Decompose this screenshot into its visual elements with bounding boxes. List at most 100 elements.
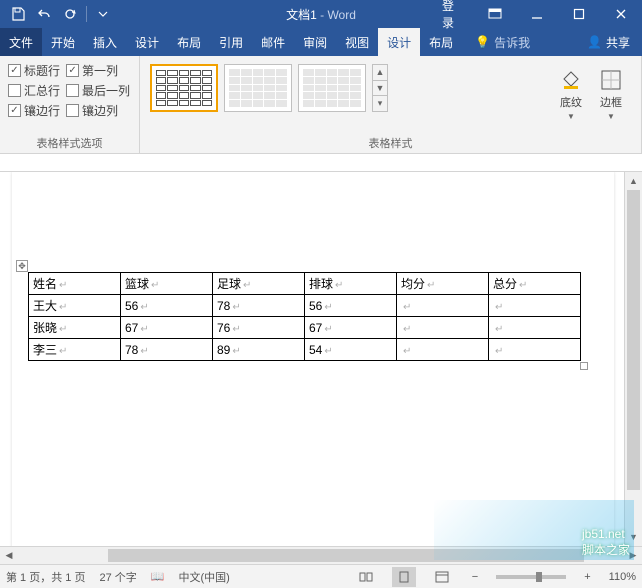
proofing-icon[interactable]: 📖 xyxy=(151,570,165,583)
status-page[interactable]: 第 1 页，共 1 页 xyxy=(6,569,85,585)
view-read-button[interactable] xyxy=(354,567,378,587)
scroll-thumb[interactable] xyxy=(627,190,640,490)
scroll-left-icon[interactable]: ◀ xyxy=(0,550,18,561)
window-controls: 登录 xyxy=(432,0,642,28)
check-icon xyxy=(8,84,21,97)
checkbox-last-column[interactable]: 最后一列 xyxy=(66,82,130,99)
tab-layout[interactable]: 布局 xyxy=(168,28,210,56)
zoom-out-button[interactable]: − xyxy=(468,571,482,583)
table-cell[interactable]: 56↵ xyxy=(121,295,213,317)
table-row[interactable]: 张晓↵67↵76↵67↵↵↵ xyxy=(29,317,581,339)
style-thumb-grid[interactable] xyxy=(150,64,218,112)
maximize-button[interactable] xyxy=(558,0,600,28)
vertical-scrollbar[interactable]: ▲ ▼ xyxy=(624,172,642,546)
share-button[interactable]: 👤共享 xyxy=(575,28,642,56)
table-row[interactable]: 王大↵56↵78↵56↵↵↵ xyxy=(29,295,581,317)
tab-home[interactable]: 开始 xyxy=(42,28,84,56)
tab-table-design[interactable]: 设计 xyxy=(378,28,420,56)
chevron-down-icon: ▼ xyxy=(567,112,575,121)
table-cell[interactable]: 67↵ xyxy=(305,317,397,339)
table-cell[interactable]: 张晓↵ xyxy=(29,317,121,339)
check-icon xyxy=(66,104,79,117)
table-cell[interactable]: ↵ xyxy=(489,339,581,361)
horizontal-scrollbar[interactable]: ◀ ▶ xyxy=(0,546,642,564)
document-table[interactable]: 姓名↵篮球↵足球↵排球↵均分↵总分↵王大↵56↵78↵56↵↵↵张晓↵67↵76… xyxy=(28,272,581,361)
table-move-handle[interactable]: ✥ xyxy=(16,260,28,272)
checkbox-first-column[interactable]: ✓第一列 xyxy=(66,62,118,79)
table-header-cell[interactable]: 足球↵ xyxy=(213,273,305,295)
tab-mailings[interactable]: 邮件 xyxy=(252,28,294,56)
checkbox-banded-rows[interactable]: ✓镶边行 xyxy=(8,102,60,119)
table-cell[interactable]: 54↵ xyxy=(305,339,397,361)
more-icon[interactable]: ▾ xyxy=(373,96,387,111)
table-cell[interactable]: ↵ xyxy=(489,295,581,317)
person-icon: 👤 xyxy=(587,35,602,49)
zoom-in-button[interactable]: + xyxy=(580,571,594,583)
tab-references[interactable]: 引用 xyxy=(210,28,252,56)
horizontal-ruler[interactable] xyxy=(0,154,642,172)
tab-view[interactable]: 视图 xyxy=(336,28,378,56)
tab-review[interactable]: 审阅 xyxy=(294,28,336,56)
check-icon: ✓ xyxy=(66,64,79,77)
checkbox-header-row[interactable]: ✓标题行 xyxy=(8,62,60,79)
style-thumb-plain1[interactable] xyxy=(224,64,292,112)
undo-button[interactable] xyxy=(32,2,56,26)
table-cell[interactable]: ↵ xyxy=(397,339,489,361)
chevron-down-icon: ▼ xyxy=(607,112,615,121)
check-icon xyxy=(66,84,79,97)
table-cell[interactable]: 76↵ xyxy=(213,317,305,339)
tell-me[interactable]: 💡告诉我 xyxy=(466,28,539,56)
gallery-scroll[interactable]: ▲▼▾ xyxy=(372,64,388,112)
document-area[interactable]: ✥ 姓名↵篮球↵足球↵排球↵均分↵总分↵王大↵56↵78↵56↵↵↵张晓↵67↵… xyxy=(0,172,624,546)
table-cell[interactable]: 李三↵ xyxy=(29,339,121,361)
page: ✥ 姓名↵篮球↵足球↵排球↵均分↵总分↵王大↵56↵78↵56↵↵↵张晓↵67↵… xyxy=(12,172,614,546)
table-cell[interactable]: 56↵ xyxy=(305,295,397,317)
table-cell[interactable]: 78↵ xyxy=(213,295,305,317)
style-thumb-plain2[interactable] xyxy=(298,64,366,112)
table-header-cell[interactable]: 姓名↵ xyxy=(29,273,121,295)
zoom-slider[interactable] xyxy=(496,575,566,579)
up-arrow-icon[interactable]: ▲ xyxy=(373,65,387,81)
scroll-down-icon[interactable]: ▼ xyxy=(625,528,642,546)
table-header-cell[interactable]: 排球↵ xyxy=(305,273,397,295)
close-button[interactable] xyxy=(600,0,642,28)
table-header-cell[interactable]: 篮球↵ xyxy=(121,273,213,295)
table-styles-gallery[interactable]: ▲▼▾ xyxy=(150,64,551,112)
tab-design[interactable]: 设计 xyxy=(126,28,168,56)
table-header-cell[interactable]: 总分↵ xyxy=(489,273,581,295)
status-word-count[interactable]: 27 个字 xyxy=(99,569,136,585)
table-cell[interactable]: 89↵ xyxy=(213,339,305,361)
redo-button[interactable] xyxy=(58,2,82,26)
table-cell[interactable]: ↵ xyxy=(397,317,489,339)
borders-button[interactable]: 边框 ▼ xyxy=(591,64,631,121)
table-header-cell[interactable]: 均分↵ xyxy=(397,273,489,295)
checkbox-total-row[interactable]: 汇总行 xyxy=(8,82,60,99)
account-login[interactable]: 登录 xyxy=(432,0,474,28)
scroll-up-icon[interactable]: ▲ xyxy=(625,172,642,190)
down-arrow-icon[interactable]: ▼ xyxy=(373,81,387,97)
shading-button[interactable]: 底纹 ▼ xyxy=(551,64,591,121)
table-cell[interactable]: 67↵ xyxy=(121,317,213,339)
status-language[interactable]: 中文(中国) xyxy=(178,569,229,585)
view-web-button[interactable] xyxy=(430,567,454,587)
tab-table-layout[interactable]: 布局 xyxy=(420,28,462,56)
table-row[interactable]: 李三↵78↵89↵54↵↵↵ xyxy=(29,339,581,361)
table-cell[interactable]: 78↵ xyxy=(121,339,213,361)
scroll-right-icon[interactable]: ▶ xyxy=(624,550,642,561)
bulb-icon: 💡 xyxy=(475,35,490,49)
zoom-level[interactable]: 110% xyxy=(609,571,636,583)
table-cell[interactable]: ↵ xyxy=(489,317,581,339)
scroll-thumb[interactable] xyxy=(108,549,584,562)
tab-file[interactable]: 文件 xyxy=(0,28,42,56)
view-print-button[interactable] xyxy=(392,567,416,587)
table-cell[interactable]: ↵ xyxy=(397,295,489,317)
checkbox-banded-columns[interactable]: 镶边列 xyxy=(66,102,118,119)
bucket-icon xyxy=(559,68,583,92)
ribbon-display-button[interactable] xyxy=(474,0,516,28)
qat-customize-button[interactable] xyxy=(91,2,115,26)
table-resize-handle[interactable] xyxy=(580,362,588,370)
tab-insert[interactable]: 插入 xyxy=(84,28,126,56)
table-cell[interactable]: 王大↵ xyxy=(29,295,121,317)
save-button[interactable] xyxy=(6,2,30,26)
minimize-button[interactable] xyxy=(516,0,558,28)
